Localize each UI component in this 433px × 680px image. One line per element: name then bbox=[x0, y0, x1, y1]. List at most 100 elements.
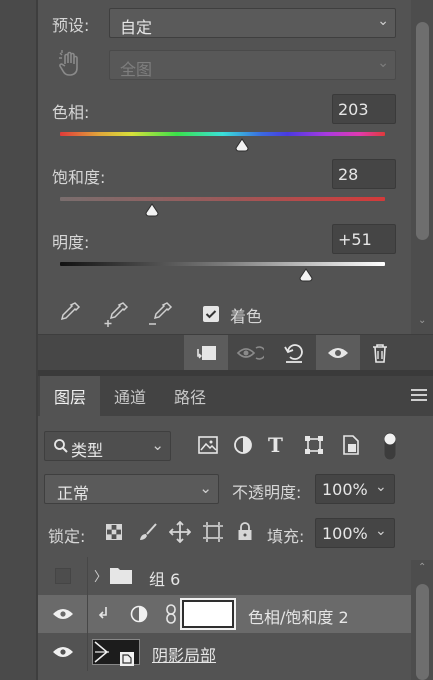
channel-value: 全图 bbox=[120, 60, 153, 79]
filter-kind-value: 类型 bbox=[71, 441, 104, 460]
preset-dropdown[interactable]: 自定 ⌄ bbox=[109, 8, 396, 38]
trash-icon bbox=[373, 344, 387, 363]
clip-to-layer-button[interactable] bbox=[184, 335, 228, 371]
tab-channels[interactable]: 通道 bbox=[100, 376, 160, 416]
saturation-value: 28 bbox=[338, 165, 359, 184]
left-dock-strip bbox=[0, 0, 38, 680]
preset-value: 自定 bbox=[120, 18, 153, 37]
filter-pixel-layers-icon[interactable] bbox=[198, 436, 218, 458]
properties-toolbar bbox=[38, 334, 433, 371]
eye-icon bbox=[52, 647, 73, 657]
eyedropper-subtract-icon[interactable] bbox=[148, 300, 174, 332]
lock-label: 锁定: bbox=[48, 527, 86, 546]
layer-name: 色相/饱和度 2 bbox=[248, 608, 349, 627]
saturation-slider-track[interactable] bbox=[60, 197, 385, 201]
layer-filter-dropdown[interactable]: 类型 ⌄ bbox=[44, 431, 171, 461]
hue-slider-thumb[interactable] bbox=[235, 138, 249, 152]
lightness-value: +51 bbox=[338, 230, 372, 249]
scroll-up-icon[interactable]: ⌃ bbox=[418, 562, 426, 573]
panel-menu-icon[interactable] bbox=[411, 389, 427, 404]
lock-transparent-pixels-icon[interactable] bbox=[106, 524, 122, 544]
view-previous-state-button[interactable] bbox=[228, 335, 272, 371]
smart-object-badge-icon bbox=[120, 652, 134, 670]
delete-adjustment-button[interactable] bbox=[358, 335, 402, 371]
opacity-label: 不透明度: bbox=[232, 483, 302, 502]
hue-value: 203 bbox=[338, 100, 369, 119]
eye-icon bbox=[328, 348, 348, 358]
colorize-label: 着色 bbox=[230, 307, 263, 326]
reset-button[interactable] bbox=[272, 335, 316, 371]
layer-name: 阴影局部 bbox=[152, 646, 217, 665]
layer-visibility-toggle[interactable] bbox=[38, 633, 88, 671]
lightness-slider-track[interactable] bbox=[60, 262, 385, 266]
adjustment-layer-icon bbox=[130, 605, 148, 627]
layer-visibility-toggle[interactable] bbox=[38, 557, 88, 595]
opacity-value: 100% bbox=[322, 480, 368, 499]
layers-scrollbar[interactable]: ⌃ bbox=[411, 560, 433, 680]
lightness-label: 明度: bbox=[52, 233, 90, 252]
layer-visibility-toggle[interactable] bbox=[38, 595, 88, 633]
properties-panel: ⌄ 预设: 自定 ⌄ 全图 ⌄ 色相: 203 饱和度: 28 明度: +51 bbox=[38, 0, 433, 370]
tab-layers[interactable]: 图层 bbox=[40, 376, 100, 416]
lock-image-pixels-icon[interactable] bbox=[138, 522, 158, 546]
layer-row-smart-object[interactable]: 阴影局部 bbox=[38, 633, 411, 671]
saturation-label: 饱和度: bbox=[52, 168, 106, 187]
layers-tabbar: 图层 通道 路径 bbox=[38, 376, 433, 416]
fill-chevron-icon[interactable]: ⌄ bbox=[375, 523, 387, 539]
search-icon bbox=[53, 438, 69, 458]
saturation-slider-thumb[interactable] bbox=[145, 203, 159, 217]
mask-link-icon[interactable] bbox=[165, 604, 177, 628]
hue-input[interactable]: 203 bbox=[332, 94, 396, 124]
layer-mask-thumbnail[interactable] bbox=[180, 598, 236, 630]
layers-panel: 图层 通道 路径 类型 ⌄ T 正常 ⌄ 不透明度: 100% ⌄ 锁定: 填充… bbox=[38, 376, 433, 680]
lock-position-icon[interactable] bbox=[168, 520, 192, 547]
filter-type-layers-icon[interactable]: T bbox=[268, 433, 283, 457]
clipping-arrow-icon bbox=[98, 606, 110, 624]
chevron-down-icon: ⌄ bbox=[151, 436, 164, 454]
lock-all-icon[interactable] bbox=[237, 521, 253, 545]
lightness-slider-thumb[interactable] bbox=[299, 268, 313, 282]
toggle-visibility-button[interactable] bbox=[316, 335, 360, 371]
filter-shape-layers-icon[interactable] bbox=[304, 435, 324, 459]
layer-row-group[interactable]: 〉 组 6 bbox=[38, 557, 411, 595]
checkmark-icon bbox=[205, 310, 217, 319]
chevron-right-icon[interactable]: 〉 bbox=[94, 566, 107, 585]
channel-dropdown[interactable]: 全图 ⌄ bbox=[109, 50, 396, 80]
chevron-down-icon: ⌄ bbox=[199, 479, 212, 497]
tab-paths-label: 路径 bbox=[173, 388, 206, 407]
tab-paths[interactable]: 路径 bbox=[160, 376, 220, 416]
scroll-down-icon[interactable]: ⌄ bbox=[418, 315, 426, 326]
blend-mode-dropdown[interactable]: 正常 ⌄ bbox=[44, 474, 219, 504]
clip-to-layer-icon bbox=[197, 346, 216, 360]
opacity-chevron-icon[interactable]: ⌄ bbox=[375, 479, 387, 495]
folder-icon bbox=[110, 566, 132, 588]
properties-scroll-thumb[interactable] bbox=[416, 22, 429, 240]
fill-label: 填充: bbox=[267, 527, 305, 546]
visibility-off-box bbox=[54, 568, 71, 584]
preset-label: 预设: bbox=[52, 16, 90, 35]
tab-layers-label: 图层 bbox=[53, 388, 86, 407]
tab-channels-label: 通道 bbox=[113, 388, 146, 407]
chevron-down-icon: ⌄ bbox=[377, 55, 389, 71]
properties-scrollbar[interactable]: ⌄ bbox=[411, 0, 433, 334]
layers-scroll-thumb[interactable] bbox=[416, 584, 429, 680]
eyedropper-add-icon[interactable] bbox=[104, 300, 130, 332]
eyedropper-icon[interactable] bbox=[58, 300, 82, 330]
lightness-input[interactable]: +51 bbox=[332, 224, 396, 254]
filter-smart-objects-icon[interactable] bbox=[342, 435, 360, 459]
chevron-down-icon: ⌄ bbox=[377, 13, 389, 29]
lock-artboard-icon[interactable] bbox=[202, 521, 224, 547]
fill-value: 100% bbox=[322, 524, 368, 543]
layer-row-adjustment[interactable]: 色相/饱和度 2 bbox=[38, 595, 411, 633]
hue-label: 色相: bbox=[52, 103, 90, 122]
filter-toggle-switch-icon[interactable] bbox=[383, 431, 397, 465]
eye-icon bbox=[52, 609, 73, 619]
reset-icon bbox=[284, 344, 303, 363]
layer-name: 组 6 bbox=[149, 570, 181, 589]
colorize-checkbox[interactable] bbox=[203, 306, 219, 322]
saturation-input[interactable]: 28 bbox=[332, 159, 396, 189]
filter-adjustment-layers-icon[interactable] bbox=[233, 435, 253, 459]
hue-slider-track[interactable] bbox=[60, 132, 385, 136]
blend-mode-value: 正常 bbox=[57, 484, 90, 503]
targeted-adjustment-hand-icon[interactable] bbox=[58, 50, 82, 82]
